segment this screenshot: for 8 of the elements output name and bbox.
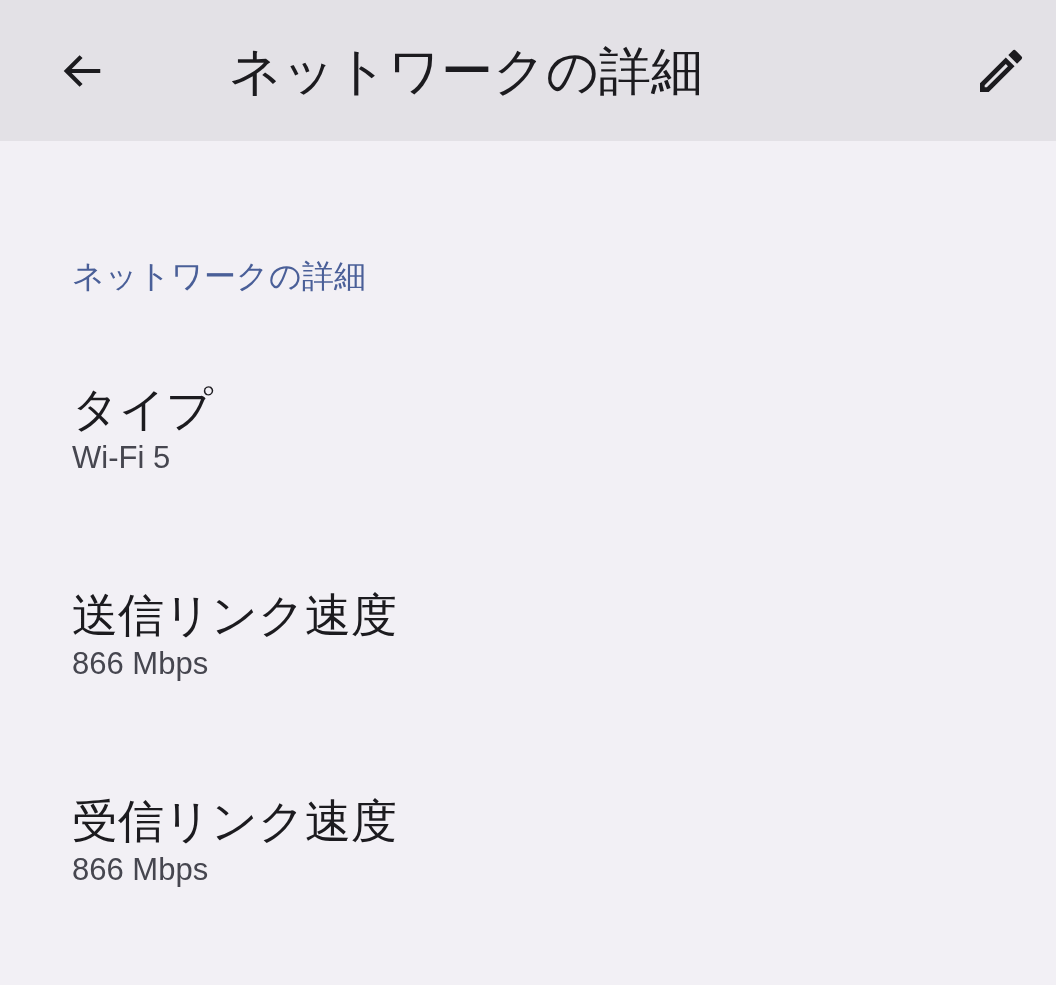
item-title: 送信リンク速度: [72, 588, 398, 643]
item-title: タイプ: [72, 382, 215, 437]
item-value: 866 Mbps: [72, 645, 210, 683]
item-value: Wi-Fi 5: [72, 439, 172, 477]
item-title: 受信リンク速度: [72, 794, 398, 849]
item-value: 866 Mbps: [72, 851, 210, 889]
screen-title: ネットワークの詳細: [229, 44, 703, 97]
section-header: ネットワークの詳細: [72, 257, 367, 296]
